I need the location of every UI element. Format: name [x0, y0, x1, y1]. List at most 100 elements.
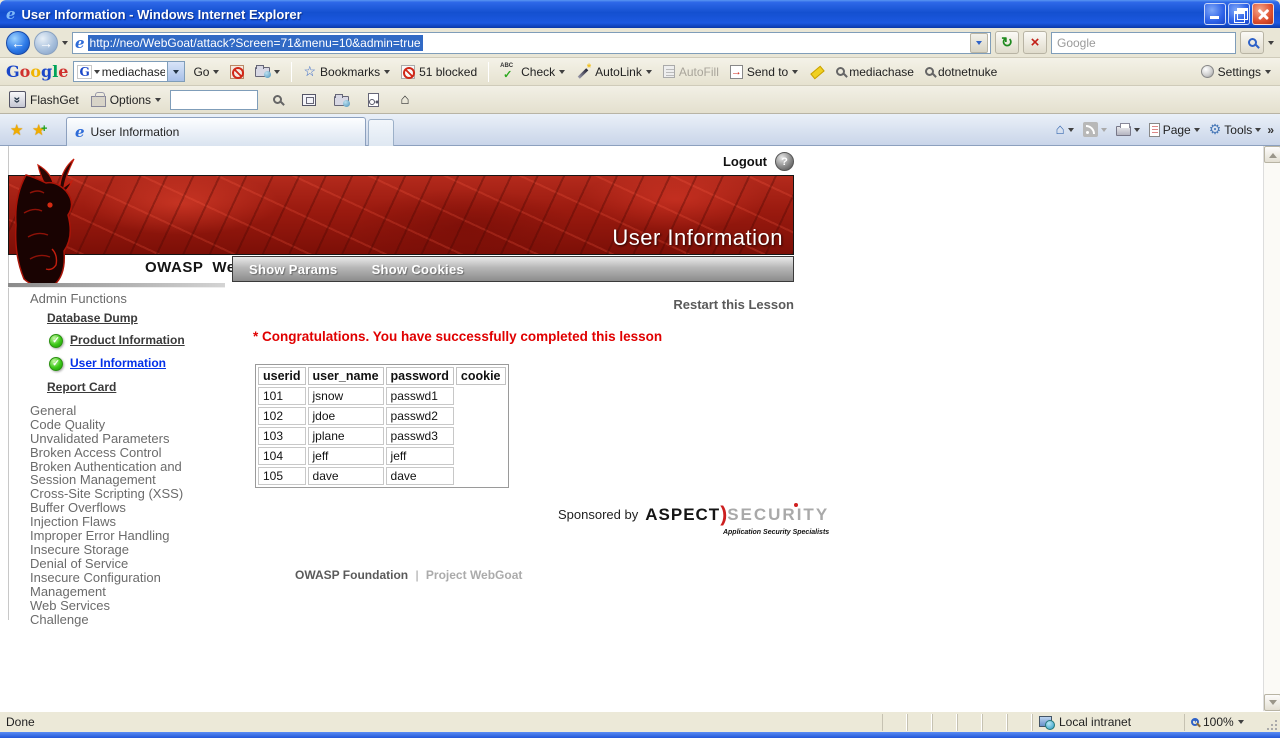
flashget-capture-button[interactable]	[296, 89, 322, 111]
scroll-down-button[interactable]	[1264, 694, 1280, 711]
flashget-search-button[interactable]	[264, 89, 290, 111]
sidebar-link-label[interactable]: Product Information	[70, 334, 185, 348]
flashget-label: FlashGet	[30, 93, 79, 107]
tab-user-information[interactable]: e User Information	[66, 117, 366, 146]
project-webgoat-link[interactable]: Project WebGoat	[426, 568, 522, 582]
google-go-button[interactable]: Go	[190, 63, 222, 81]
flashget-home-button[interactable]: ⌂	[392, 89, 418, 111]
search-news-button[interactable]	[227, 63, 247, 81]
flashget-button[interactable]: » FlashGet	[6, 89, 82, 110]
spellcheck-button[interactable]: ABC✓ Check	[497, 62, 568, 81]
user-table: useriduser_namepasswordcookie101jsnowpas…	[255, 364, 509, 488]
restore-button[interactable]	[1228, 3, 1250, 25]
flashget-options-button[interactable]: Options	[88, 90, 164, 109]
popup-blocker-button[interactable]: 51 blocked	[398, 63, 480, 81]
sidebar-item-broken-authentication-and-session-management[interactable]: Broken Authentication and Session Manage…	[30, 460, 222, 487]
settings-label: Settings	[1218, 65, 1261, 79]
google-search-combo[interactable]: G mediachase	[73, 61, 185, 82]
feeds-button[interactable]	[1080, 120, 1110, 139]
table-cell: 104	[258, 447, 306, 465]
flashget-icon: »	[9, 91, 26, 108]
flashget-url-input[interactable]	[170, 90, 258, 110]
mediachase-search-button[interactable]: mediachase	[833, 63, 917, 81]
bookmarks-label: Bookmarks	[320, 65, 380, 79]
google-search-value[interactable]: mediachase	[102, 65, 166, 79]
history-dropdown-icon[interactable]	[62, 41, 68, 48]
autofill-button[interactable]: AutoFill	[660, 63, 722, 81]
sidebar-item-report-card[interactable]: Report Card	[47, 380, 222, 395]
add-favorite-button[interactable]: ★+	[32, 121, 45, 139]
sidebar-item-product-information[interactable]: ✓Product Information	[49, 334, 222, 348]
sidebar-item-user-information[interactable]: ✓User Information	[49, 357, 222, 371]
sidebar-item-denial-of-service[interactable]: Denial of Service	[30, 557, 222, 571]
sidebar-item-insecure-configuration-management[interactable]: Insecure Configuration Management	[30, 571, 222, 598]
print-button[interactable]	[1113, 121, 1143, 138]
search-button[interactable]	[1240, 31, 1264, 54]
minimize-button[interactable]	[1204, 3, 1226, 25]
address-dropdown-button[interactable]	[970, 33, 988, 53]
resize-grip[interactable]	[1262, 712, 1280, 733]
google-logo-letter: e	[58, 62, 68, 81]
logout-button[interactable]: Logout	[723, 154, 767, 169]
show-cookies-button[interactable]: Show Cookies	[372, 262, 464, 277]
back-button[interactable]: ←	[6, 31, 30, 55]
sidebar-item-buffer-overflows[interactable]: Buffer Overflows	[30, 501, 222, 515]
search-term-icon	[836, 67, 845, 76]
forward-button[interactable]: →	[34, 31, 58, 55]
home-button[interactable]: ⌂	[1053, 121, 1077, 139]
restart-lesson-link[interactable]: Restart this Lesson	[673, 297, 794, 312]
sidebar-item-general[interactable]: General	[30, 404, 222, 418]
google-combo-dropdown[interactable]	[167, 62, 184, 81]
sidebar-link-label[interactable]: User Information	[70, 357, 166, 371]
chevron-down-icon	[1134, 128, 1140, 135]
new-tab-button[interactable]	[368, 119, 394, 146]
webgoat-banner: User Information	[8, 175, 794, 255]
tools-menu-button[interactable]: ⚙Tools	[1206, 119, 1265, 140]
chevron-down-icon	[1101, 128, 1107, 135]
sidebar-item-unvalidated-parameters[interactable]: Unvalidated Parameters	[30, 432, 222, 446]
flashget-download-page-button[interactable]	[360, 89, 386, 111]
sidebar-item-code-quality[interactable]: Code Quality	[30, 418, 222, 432]
page-menu-button[interactable]: Page	[1146, 121, 1203, 139]
toolbar-separator	[488, 62, 489, 82]
show-params-button[interactable]: Show Params	[249, 262, 338, 277]
autolink-button[interactable]: AutoLink	[573, 63, 655, 81]
stop-button[interactable]: ×	[1023, 31, 1047, 54]
sidebar-item-cross-site-scripting-xss[interactable]: Cross-Site Scripting (XSS)	[30, 487, 222, 501]
close-button[interactable]	[1252, 3, 1274, 25]
owasp-foundation-link[interactable]: OWASP Foundation	[295, 568, 408, 582]
sidebar-item-insecure-storage[interactable]: Insecure Storage	[30, 543, 222, 557]
search-options-dropdown-icon[interactable]	[1268, 41, 1274, 48]
search-site-button[interactable]	[252, 65, 283, 79]
table-cell: 102	[258, 407, 306, 425]
sidebar-item-injection-flaws[interactable]: Injection Flaws	[30, 515, 222, 529]
zoom-control[interactable]: 100%	[1184, 714, 1262, 731]
refresh-button[interactable]: ↻	[995, 31, 1019, 54]
url-text[interactable]: http://neo/WebGoat/attack?Screen=71&menu…	[88, 35, 423, 51]
scroll-up-button[interactable]	[1264, 146, 1280, 163]
address-bar[interactable]: e http://neo/WebGoat/attack?Screen=71&me…	[72, 32, 991, 54]
search-site-icon	[255, 67, 270, 77]
refresh-icon: ↻	[1001, 34, 1013, 51]
bookmarks-button[interactable]: ☆ Bookmarks	[300, 61, 393, 82]
favorites-center-button[interactable]: ★	[10, 121, 23, 139]
sidebar-item-improper-error-handling[interactable]: Improper Error Handling	[30, 529, 222, 543]
settings-button[interactable]: Settings	[1198, 63, 1274, 81]
sidebar-link-label[interactable]: Report Card	[47, 380, 116, 394]
highlighter-button[interactable]	[806, 62, 828, 81]
sidebar-item-broken-access-control[interactable]: Broken Access Control	[30, 446, 222, 460]
stop-icon: ×	[1031, 34, 1040, 51]
security-text: SECURITY	[727, 505, 829, 525]
vertical-scrollbar[interactable]	[1263, 146, 1280, 711]
sidebar-item-challenge[interactable]: Challenge	[30, 613, 222, 627]
toolbar-overflow-chevron[interactable]: »	[1267, 123, 1274, 137]
search-input[interactable]: Google	[1051, 32, 1236, 54]
flashget-site-explorer-button[interactable]	[328, 89, 354, 111]
help-button[interactable]: ?	[775, 152, 794, 171]
google-toolbar: Google G mediachase Go ☆ Bookmarks 51 bl…	[0, 58, 1280, 86]
dotnetnuke-search-button[interactable]: dotnetnuke	[922, 63, 1000, 81]
send-to-button[interactable]: Send to	[727, 63, 801, 81]
tools-label: Tools	[1224, 123, 1252, 137]
sidebar-item-web-services[interactable]: Web Services	[30, 599, 222, 613]
plus-glyph: +	[41, 123, 47, 135]
